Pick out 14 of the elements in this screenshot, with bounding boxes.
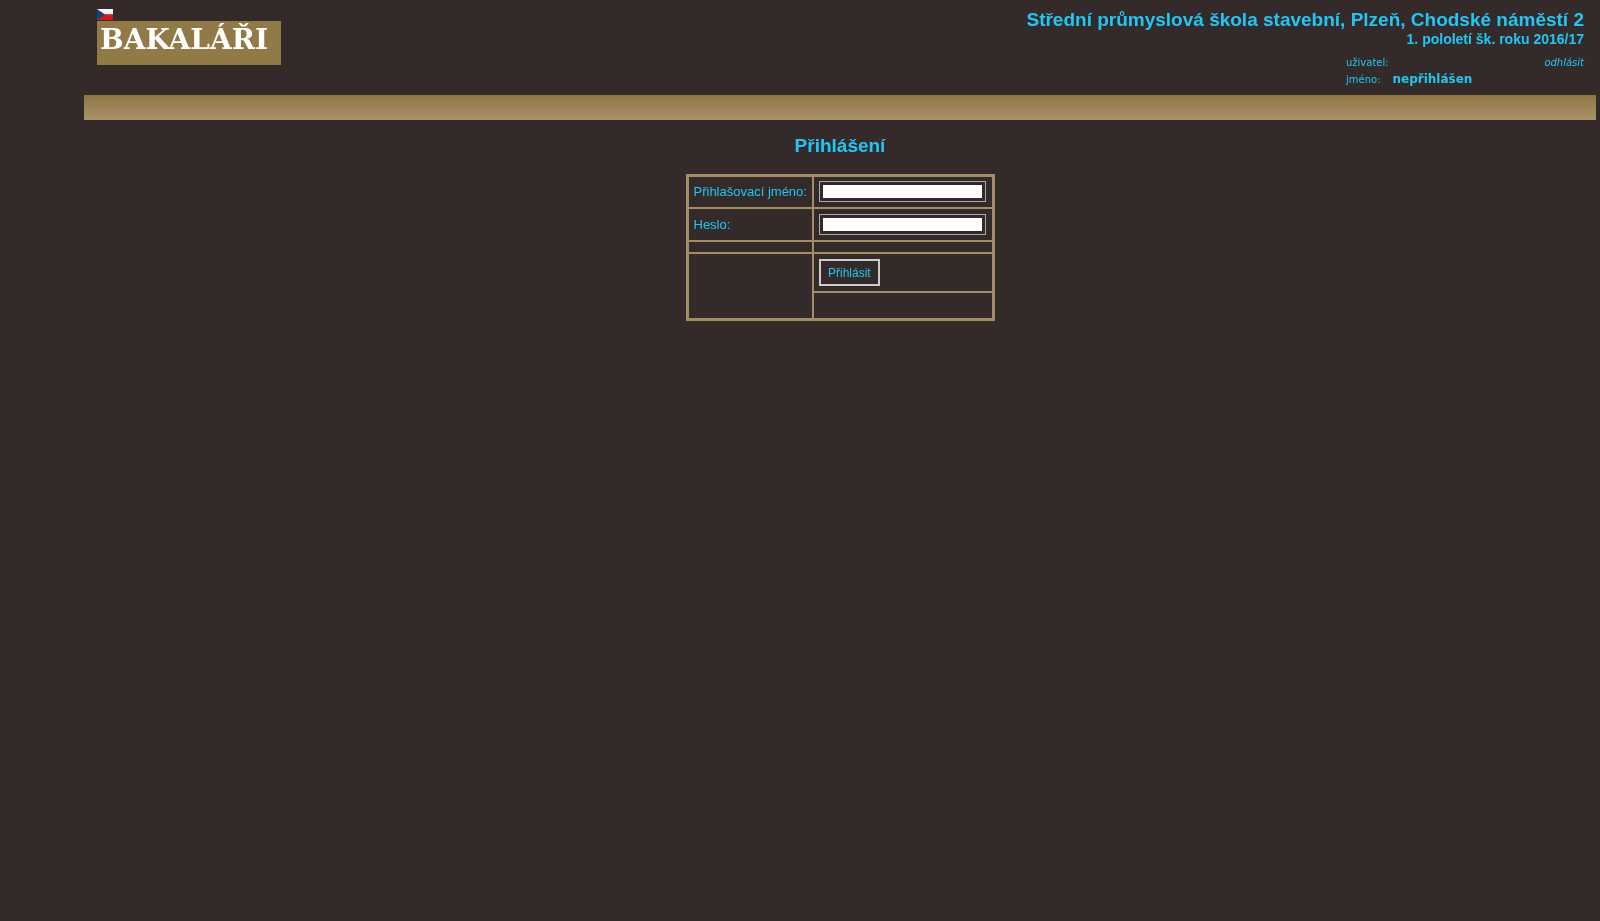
logo: BAKALÁŘI: [97, 21, 281, 65]
login-title: Přihlášení: [794, 134, 886, 158]
field-label: Přihlašovací jméno:: [693, 184, 807, 199]
name-label: jméno:: [1346, 72, 1381, 87]
input-field[interactable]: [819, 214, 986, 235]
school-name: Střední průmyslová škola stavební, Plzeň, Chodské náměstí 2: [1026, 9, 1584, 31]
field-label: Heslo:: [693, 216, 731, 232]
user-label: uživatel:: [1346, 56, 1389, 70]
logout-link[interactable]: odhlásit: [1544, 55, 1584, 70]
czech-flag-icon[interactable]: [97, 9, 113, 20]
school-term: 1. pololetí šk. roku 2016/17: [1406, 31, 1584, 47]
user-name: nepřihlášen: [1392, 71, 1473, 88]
input-field[interactable]: [819, 181, 986, 203]
login-button[interactable]: Přihlásit: [819, 259, 880, 286]
